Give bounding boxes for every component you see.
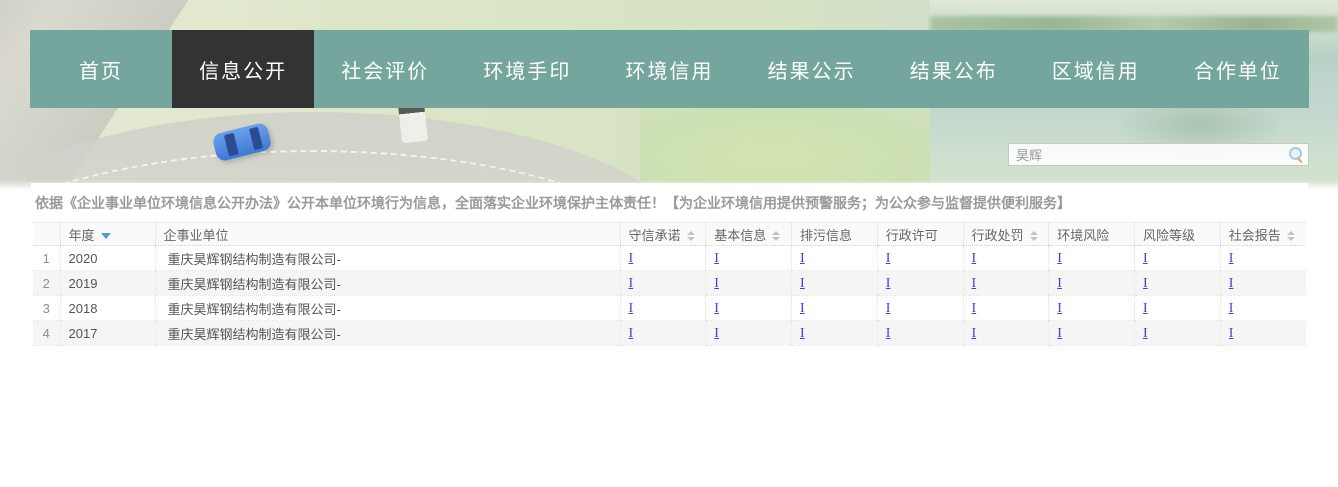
promise-link[interactable]: I: [629, 326, 634, 341]
table-header-row: 年度 企事业单位 守信承诺 基本信息 排污信息 行政许可 行政处罚 环境风险 风…: [33, 223, 1306, 246]
row-index: 3: [33, 296, 60, 321]
promise-link[interactable]: I: [629, 251, 634, 266]
admin-permit-link[interactable]: I: [886, 251, 891, 266]
nav-partners[interactable]: 合作单位: [1167, 30, 1309, 108]
nav-info-disclosure[interactable]: 信息公开: [172, 30, 314, 108]
basic-info-link[interactable]: I: [714, 251, 719, 266]
col-social-report[interactable]: 社会报告: [1220, 223, 1306, 246]
table-row: 1 2020 重庆昊辉钢结构制造有限公司- I I I I I I I I: [33, 246, 1306, 271]
col-index: [33, 223, 60, 246]
company-cell: 重庆昊辉钢结构制造有限公司-: [155, 271, 620, 296]
admin-penalty-link[interactable]: I: [972, 276, 977, 291]
year-cell: 2018: [60, 296, 155, 321]
risk-level-link[interactable]: I: [1143, 251, 1148, 266]
company-cell: 重庆昊辉钢结构制造有限公司-: [155, 296, 620, 321]
risk-level-link[interactable]: I: [1143, 276, 1148, 291]
col-admin-permit[interactable]: 行政许可: [877, 223, 963, 246]
truck-image: [398, 103, 428, 144]
admin-penalty-link[interactable]: I: [972, 251, 977, 266]
env-risk-link[interactable]: I: [1057, 326, 1062, 341]
table-row: 3 2018 重庆昊辉钢结构制造有限公司- I I I I I I I I: [33, 296, 1306, 321]
year-cell: 2020: [60, 246, 155, 271]
promise-link[interactable]: I: [629, 301, 634, 316]
year-cell: 2017: [60, 321, 155, 346]
env-risk-link[interactable]: I: [1057, 251, 1062, 266]
risk-level-link[interactable]: I: [1143, 301, 1148, 316]
col-basic-info[interactable]: 基本信息: [706, 223, 792, 246]
company-cell: 重庆昊辉钢结构制造有限公司-: [155, 246, 620, 271]
sort-icon: [772, 231, 780, 241]
admin-penalty-link[interactable]: I: [972, 301, 977, 316]
row-index: 4: [33, 321, 60, 346]
social-report-link[interactable]: I: [1229, 326, 1234, 341]
col-env-risk[interactable]: 环境风险: [1049, 223, 1135, 246]
basic-info-link[interactable]: I: [714, 276, 719, 291]
table-row: 4 2017 重庆昊辉钢结构制造有限公司- I I I I I I I I: [33, 321, 1306, 346]
admin-permit-link[interactable]: I: [886, 326, 891, 341]
sort-desc-icon: [101, 233, 111, 239]
discharge-info-link[interactable]: I: [800, 326, 805, 341]
content-panel: 依据《企业事业单位环境信息公开办法》公开本单位环境行为信息，全面落实企业环境保护…: [31, 183, 1308, 487]
nav-env-handprint[interactable]: 环境手印: [456, 30, 598, 108]
nav-result-announcement[interactable]: 结果公布: [883, 30, 1025, 108]
col-discharge-info[interactable]: 排污信息: [792, 223, 878, 246]
page: 首页 信息公开 社会评价 环境手印 环境信用 结果公示 结果公布 区域信用 合作…: [0, 0, 1338, 487]
admin-permit-link[interactable]: I: [886, 276, 891, 291]
nav-env-credit[interactable]: 环境信用: [598, 30, 740, 108]
col-admin-penalty[interactable]: 行政处罚: [963, 223, 1049, 246]
notice-text: 依据《企业事业单位环境信息公开办法》公开本单位环境行为信息，全面落实企业环境保护…: [31, 183, 1308, 222]
nav-result-publicity[interactable]: 结果公示: [741, 30, 883, 108]
nav-home[interactable]: 首页: [30, 30, 172, 108]
social-report-link[interactable]: I: [1229, 251, 1234, 266]
sort-icon: [1287, 231, 1295, 241]
promise-link[interactable]: I: [629, 276, 634, 291]
discharge-info-link[interactable]: I: [800, 251, 805, 266]
basic-info-link[interactable]: I: [714, 301, 719, 316]
search-icon[interactable]: [1289, 147, 1304, 162]
search-input[interactable]: [1008, 143, 1309, 166]
basic-info-link[interactable]: I: [714, 326, 719, 341]
col-company[interactable]: 企事业单位: [155, 223, 620, 246]
discharge-info-link[interactable]: I: [800, 276, 805, 291]
sort-icon: [1030, 231, 1038, 241]
admin-permit-link[interactable]: I: [886, 301, 891, 316]
discharge-info-link[interactable]: I: [800, 301, 805, 316]
nav-social-evaluation[interactable]: 社会评价: [314, 30, 456, 108]
social-report-link[interactable]: I: [1229, 276, 1234, 291]
company-cell: 重庆昊辉钢结构制造有限公司-: [155, 321, 620, 346]
col-year[interactable]: 年度: [60, 223, 155, 246]
col-promise[interactable]: 守信承诺: [620, 223, 706, 246]
search-box: [1008, 143, 1309, 166]
env-risk-link[interactable]: I: [1057, 301, 1062, 316]
env-risk-link[interactable]: I: [1057, 276, 1062, 291]
risk-level-link[interactable]: I: [1143, 326, 1148, 341]
row-index: 2: [33, 271, 60, 296]
admin-penalty-link[interactable]: I: [972, 326, 977, 341]
records-table: 年度 企事业单位 守信承诺 基本信息 排污信息 行政许可 行政处罚 环境风险 风…: [33, 222, 1306, 346]
grass-patch: [640, 100, 970, 190]
col-risk-level[interactable]: 风险等级: [1135, 223, 1221, 246]
table-row: 2 2019 重庆昊辉钢结构制造有限公司- I I I I I I I I: [33, 271, 1306, 296]
row-index: 1: [33, 246, 60, 271]
nav-regional-credit[interactable]: 区域信用: [1025, 30, 1167, 108]
main-nav: 首页 信息公开 社会评价 环境手印 环境信用 结果公示 结果公布 区域信用 合作…: [30, 30, 1309, 108]
social-report-link[interactable]: I: [1229, 301, 1234, 316]
year-cell: 2019: [60, 271, 155, 296]
sort-icon: [687, 231, 695, 241]
